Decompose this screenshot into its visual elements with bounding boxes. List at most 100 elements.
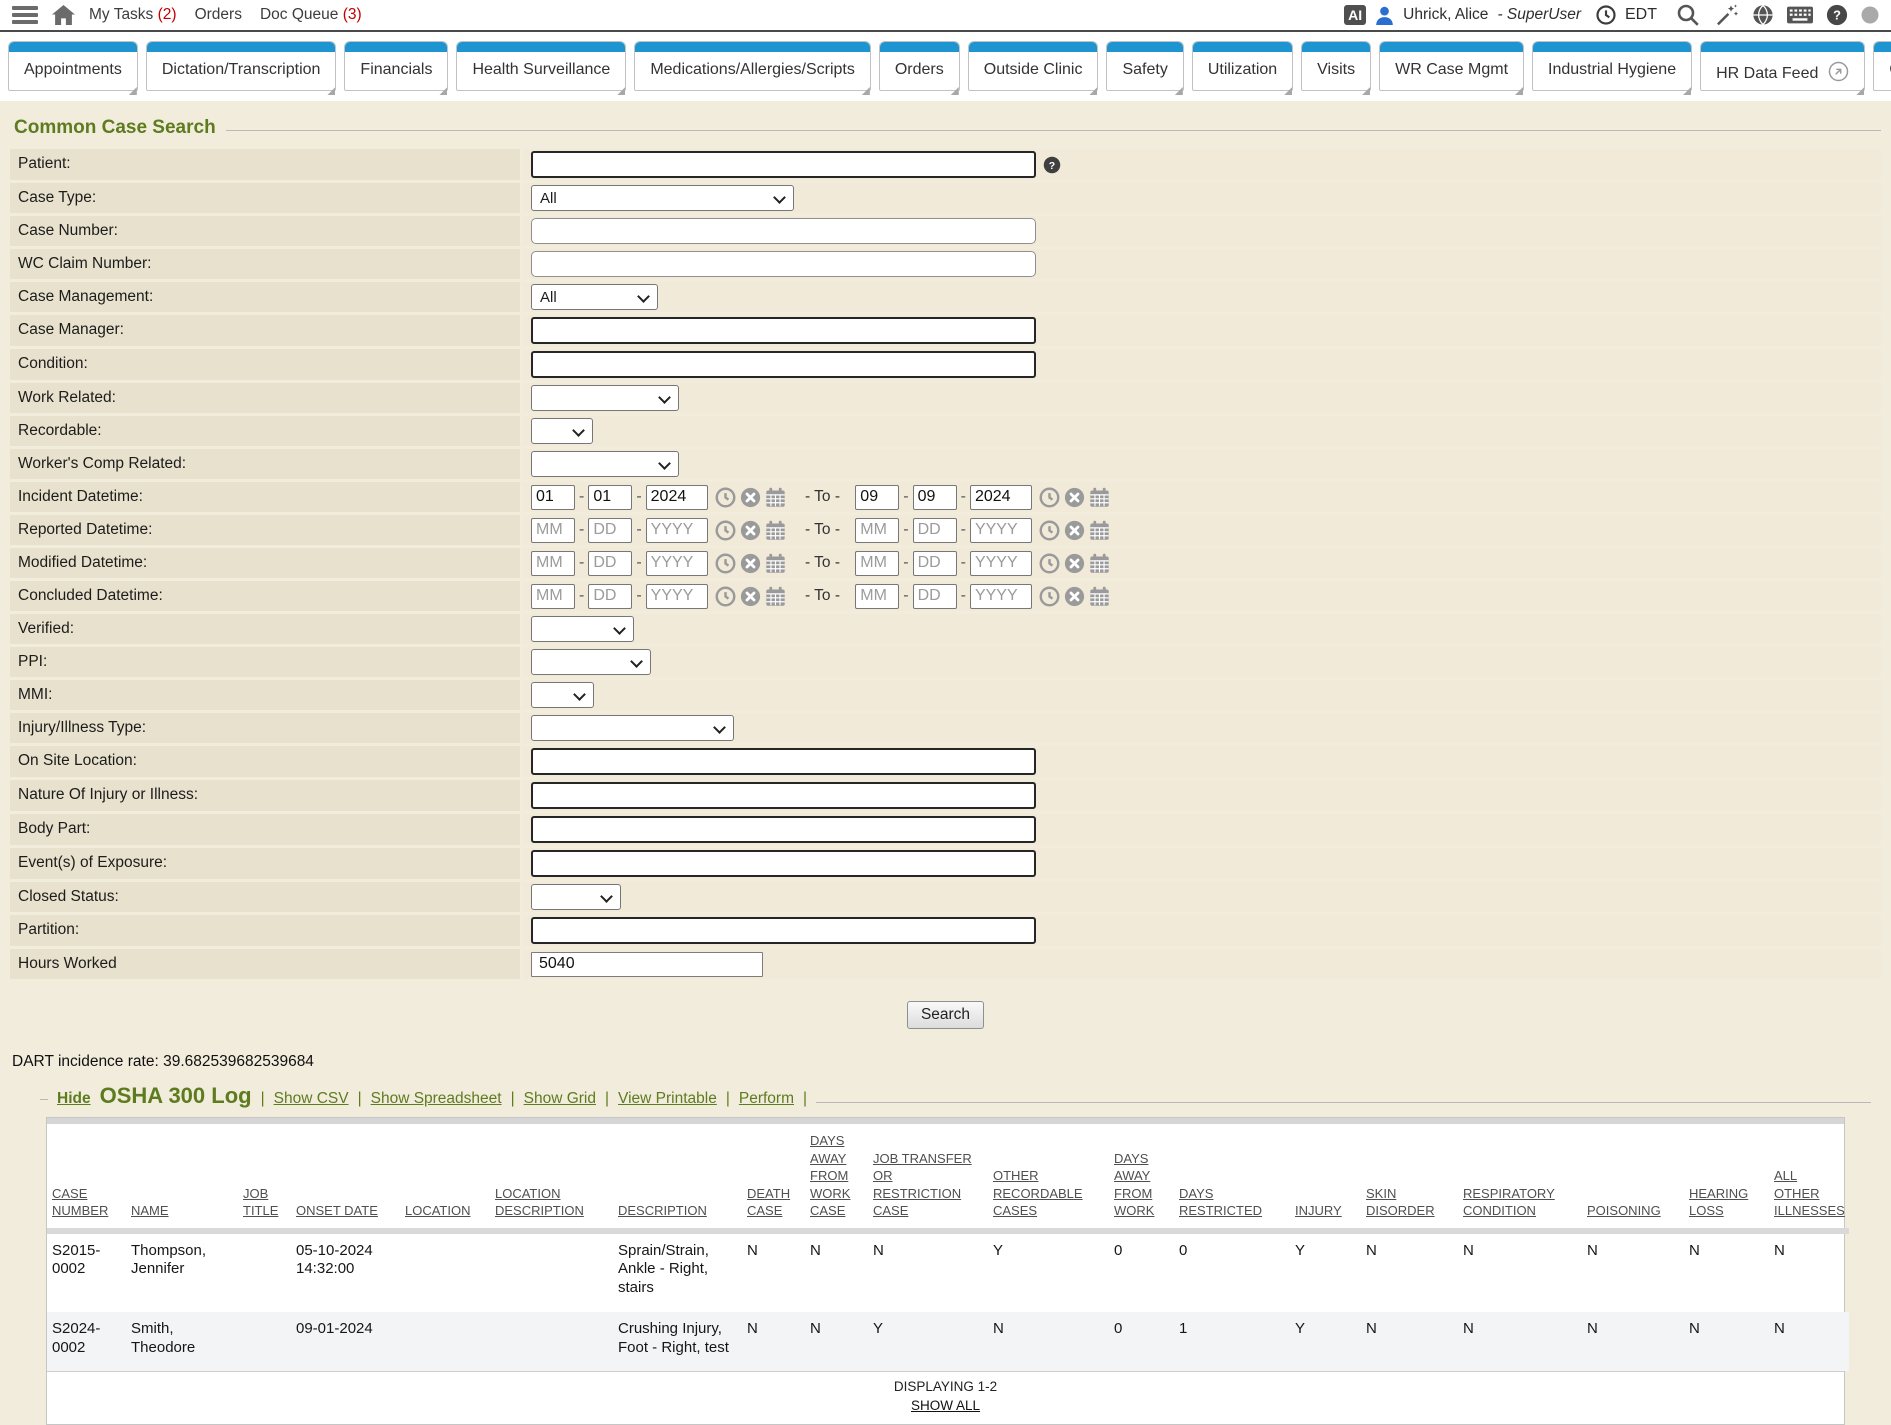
case-management-select[interactable]: All <box>531 284 658 310</box>
ai-badge[interactable]: AI <box>1344 5 1366 25</box>
worker-s-comp-related-select[interactable] <box>531 451 679 477</box>
col-header-description[interactable]: DESCRIPTION <box>613 1124 742 1231</box>
clear-date-icon[interactable] <box>1064 487 1085 508</box>
calendar-icon[interactable] <box>765 520 786 541</box>
clear-date-icon[interactable] <box>1064 520 1085 541</box>
clear-date-icon[interactable] <box>740 553 761 574</box>
time-picker-icon[interactable] <box>715 520 736 541</box>
col-header-days-restricted[interactable]: DAYS RESTRICTED <box>1174 1124 1290 1231</box>
calendar-icon[interactable] <box>1089 520 1110 541</box>
patient-input[interactable] <box>531 151 1036 178</box>
event-s-of-exposure-input[interactable] <box>531 850 1036 877</box>
from-mm-input[interactable] <box>531 518 575 543</box>
condition-input[interactable] <box>531 351 1036 378</box>
time-picker-icon[interactable] <box>715 586 736 607</box>
tab-hr-data-feed[interactable]: HR Data Feed <box>1700 41 1865 91</box>
tab-quality-of-care[interactable]: Quality of Care <box>1873 41 1891 91</box>
on-site-location-input[interactable] <box>531 748 1036 775</box>
col-header-respiratory-condition[interactable]: RESPIRATORY CONDITION <box>1458 1124 1582 1231</box>
col-header-name[interactable]: NAME <box>126 1124 238 1231</box>
to-dd-input[interactable] <box>913 551 957 576</box>
tab-utilization[interactable]: Utilization <box>1192 41 1293 91</box>
to-yyyy-input[interactable] <box>970 485 1032 510</box>
wand-icon[interactable] <box>1715 3 1739 27</box>
col-header-case-number[interactable]: CASE NUMBER <box>47 1124 126 1231</box>
field-help-icon[interactable]: ? <box>1043 156 1061 174</box>
from-dd-input[interactable] <box>588 551 632 576</box>
tab-appointments[interactable]: Appointments <box>8 41 138 91</box>
from-yyyy-input[interactable] <box>646 518 708 543</box>
to-mm-input[interactable] <box>855 485 899 510</box>
ppi-select[interactable] <box>531 649 651 675</box>
col-header-other-recordable-cases[interactable]: OTHER RECORDABLE CASES <box>988 1124 1109 1231</box>
help-icon[interactable]: ? <box>1826 4 1848 26</box>
clear-date-icon[interactable] <box>740 487 761 508</box>
from-mm-input[interactable] <box>531 551 575 576</box>
tab-financials[interactable]: Financials <box>344 41 448 91</box>
col-header-days-away-from-work-case[interactable]: DAYS AWAY FROM WORK CASE <box>805 1124 868 1231</box>
clear-date-icon[interactable] <box>740 520 761 541</box>
hide-link[interactable]: Hide <box>57 1090 91 1108</box>
to-mm-input[interactable] <box>855 584 899 609</box>
tab-visits[interactable]: Visits <box>1301 41 1371 91</box>
col-header-location-description[interactable]: LOCATION DESCRIPTION <box>490 1124 613 1231</box>
col-header-hearing-loss[interactable]: HEARING LOSS <box>1684 1124 1769 1231</box>
nav-my-tasks[interactable]: My Tasks (2) <box>89 6 177 24</box>
from-mm-input[interactable] <box>531 584 575 609</box>
nature-of-injury-or-illness-input[interactable] <box>531 782 1036 809</box>
partition-input[interactable] <box>531 917 1036 944</box>
case-type-select[interactable]: All <box>531 185 794 211</box>
time-picker-icon[interactable] <box>1039 586 1060 607</box>
time-picker-icon[interactable] <box>1039 487 1060 508</box>
osha-link-show-spreadsheet[interactable]: Show Spreadsheet <box>371 1090 502 1108</box>
tab-outside-clinic[interactable]: Outside Clinic <box>968 41 1099 91</box>
calendar-icon[interactable] <box>765 553 786 574</box>
search-button[interactable]: Search <box>907 1001 984 1029</box>
to-dd-input[interactable] <box>913 485 957 510</box>
time-picker-icon[interactable] <box>1039 520 1060 541</box>
home-icon[interactable] <box>52 5 75 26</box>
injury-illness-type-select[interactable] <box>531 715 734 741</box>
col-header-all-other-illnesses[interactable]: ALL OTHER ILLNESSES <box>1769 1124 1849 1231</box>
osha-link-show-grid[interactable]: Show Grid <box>524 1090 596 1108</box>
clear-date-icon[interactable] <box>740 586 761 607</box>
to-mm-input[interactable] <box>855 551 899 576</box>
user-name[interactable]: Uhrick, Alice <box>1403 6 1488 24</box>
tab-industrial-hygiene[interactable]: Industrial Hygiene <box>1532 41 1692 91</box>
col-header-job-title[interactable]: JOB TITLE <box>238 1124 291 1231</box>
to-yyyy-input[interactable] <box>970 551 1032 576</box>
from-yyyy-input[interactable] <box>646 485 708 510</box>
tab-medications-allergies-scripts[interactable]: Medications/Allergies/Scripts <box>634 41 871 91</box>
to-mm-input[interactable] <box>855 518 899 543</box>
col-header-injury[interactable]: INJURY <box>1290 1124 1361 1231</box>
body-part-input[interactable] <box>531 816 1036 843</box>
time-picker-icon[interactable] <box>715 553 736 574</box>
col-header-location[interactable]: LOCATION <box>400 1124 490 1231</box>
case-manager-input[interactable] <box>531 317 1036 344</box>
clear-date-icon[interactable] <box>1064 586 1085 607</box>
globe-icon[interactable] <box>1752 4 1774 26</box>
verified-select[interactable] <box>531 616 634 642</box>
from-yyyy-input[interactable] <box>646 584 708 609</box>
wc-claim-number-input[interactable] <box>531 251 1036 277</box>
time-picker-icon[interactable] <box>715 487 736 508</box>
from-dd-input[interactable] <box>588 485 632 510</box>
keyboard-icon[interactable] <box>1787 6 1813 24</box>
nav-orders[interactable]: Orders <box>195 6 242 24</box>
from-dd-input[interactable] <box>588 518 632 543</box>
show-all-link[interactable]: SHOW ALL <box>911 1398 980 1413</box>
tab-orders[interactable]: Orders <box>879 41 960 91</box>
col-header-death-case[interactable]: DEATH CASE <box>742 1124 805 1231</box>
calendar-icon[interactable] <box>765 586 786 607</box>
tab-safety[interactable]: Safety <box>1106 41 1183 91</box>
clear-date-icon[interactable] <box>1064 553 1085 574</box>
from-dd-input[interactable] <box>588 584 632 609</box>
osha-link-perform[interactable]: Perform <box>739 1090 794 1108</box>
from-mm-input[interactable] <box>531 485 575 510</box>
to-yyyy-input[interactable] <box>970 518 1032 543</box>
to-dd-input[interactable] <box>913 584 957 609</box>
tab-health-surveillance[interactable]: Health Surveillance <box>456 41 626 91</box>
tab-wr-case-mgmt[interactable]: WR Case Mgmt <box>1379 41 1524 91</box>
to-yyyy-input[interactable] <box>970 584 1032 609</box>
col-header-onset-date[interactable]: ONSET DATE <box>291 1124 400 1231</box>
